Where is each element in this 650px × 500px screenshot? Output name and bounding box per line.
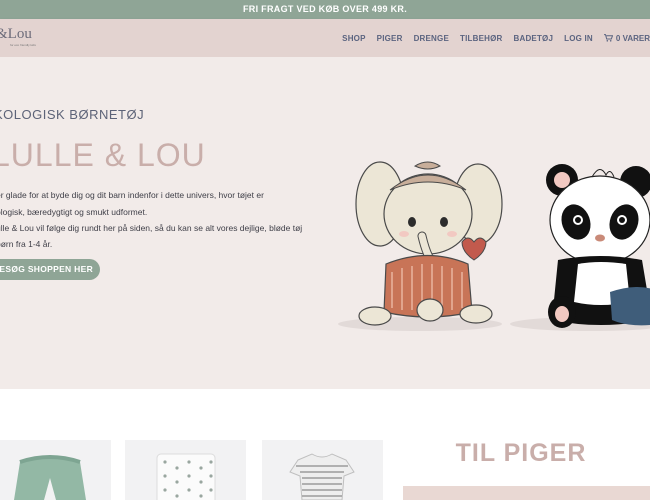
category-banner-image[interactable] bbox=[403, 486, 650, 500]
nav-item-drenge[interactable]: DRENGE bbox=[414, 34, 449, 43]
hero-illustration bbox=[338, 161, 650, 331]
cart-icon bbox=[603, 34, 613, 42]
cart-label: 0 VARER bbox=[615, 33, 650, 43]
section-title-piger: TIL PIGER bbox=[455, 439, 587, 467]
site-header: &Lou for eco friendly kids SHOP PIGER DR… bbox=[0, 19, 650, 57]
hero-paragraph-line: børn fra 1-4 år. bbox=[0, 239, 53, 249]
visit-shop-button[interactable]: BESØG SHOPPEN HER bbox=[0, 259, 100, 280]
hero-title: LULLE & LOU bbox=[0, 137, 206, 173]
cart-link[interactable]: 0 VARER bbox=[603, 33, 650, 43]
logo[interactable]: &Lou for eco friendly kids bbox=[0, 26, 40, 52]
main-nav: SHOP PIGER DRENGE TILBEHØR BADETØJ LOG I… bbox=[331, 19, 650, 57]
nav-item-login[interactable]: LOG IN bbox=[564, 34, 593, 43]
nav-item-badetoj[interactable]: BADETØJ bbox=[514, 34, 554, 43]
product-card[interactable] bbox=[125, 440, 246, 500]
announcement-bar: FRI FRAGT VED KØB OVER 499 KR. bbox=[0, 0, 650, 19]
elephant-illustration bbox=[355, 161, 503, 326]
product-section: TIL PIGER bbox=[0, 389, 650, 500]
logo-tagline: for eco friendly kids bbox=[10, 43, 36, 47]
logo-text: &Lou bbox=[0, 26, 32, 42]
hero-paragraph-line: ulle & Lou vil følge dig rundt her på si… bbox=[0, 223, 303, 233]
nav-item-piger[interactable]: PIGER bbox=[377, 34, 403, 43]
product-card[interactable] bbox=[262, 440, 383, 500]
hero-eyebrow: KOLOGISK BØRNETØJ bbox=[0, 107, 145, 122]
product-card[interactable] bbox=[0, 440, 111, 500]
nav-item-shop[interactable]: SHOP bbox=[342, 34, 365, 43]
product-image-printed-item bbox=[156, 453, 216, 500]
product-image-striped-tee bbox=[289, 453, 355, 500]
hero-section: KOLOGISK BØRNETØJ LULLE & LOU er glade f… bbox=[0, 57, 650, 389]
hero-paragraph-line: er glade for at byde dig og dit barn ind… bbox=[0, 190, 264, 200]
nav-item-tilbehor[interactable]: TILBEHØR bbox=[460, 34, 503, 43]
panda-illustration bbox=[546, 164, 650, 328]
product-image-green-pants bbox=[14, 455, 86, 500]
hero-paragraph-line: ologisk, bæredygtigt og smukt udformet. bbox=[0, 207, 148, 217]
